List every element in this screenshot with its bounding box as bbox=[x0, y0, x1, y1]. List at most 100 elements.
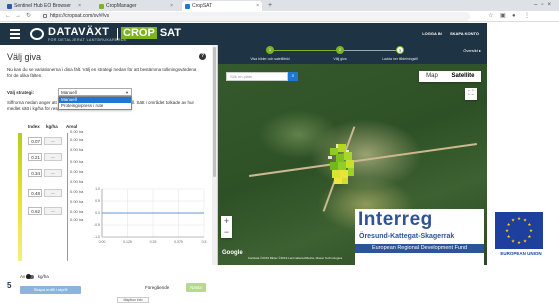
star-icon[interactable]: ☆ bbox=[488, 12, 493, 21]
overview-link[interactable]: Översikt ▸ bbox=[463, 48, 481, 53]
chart-x-tick-label: 0.125 bbox=[123, 240, 132, 244]
eu-label: EUROPEAN UNION bbox=[500, 251, 542, 256]
previous-button[interactable]: Föregående bbox=[145, 285, 169, 290]
ndvi-cell bbox=[346, 160, 354, 168]
fullscreen-icon[interactable]: ⛶ bbox=[465, 88, 477, 100]
ndvi-cell bbox=[340, 170, 348, 178]
tab-favicon-icon bbox=[99, 4, 104, 9]
area-label: 0.00 ha bbox=[70, 199, 84, 204]
index-input[interactable]: 0.62 bbox=[28, 207, 42, 215]
extension-icon[interactable]: ▣ bbox=[500, 12, 506, 21]
chart-y-tick-label: -0.5 bbox=[94, 223, 100, 227]
url-text: https://cropsat.com/sv/#/vs bbox=[50, 13, 110, 19]
distribution-chart: 1.0 0.5 0.0 -0.5 -1.0 0.00 0.125 0.25 0.375 0.5 bbox=[88, 185, 208, 247]
window-controls[interactable]: –▫× bbox=[534, 0, 555, 11]
browser-menu-icon[interactable]: ⋮ bbox=[524, 12, 530, 21]
back-icon[interactable]: ← bbox=[5, 12, 11, 21]
ndvi-cell bbox=[344, 152, 352, 160]
map-search-input[interactable]: Sök en plats bbox=[226, 72, 288, 81]
step-1-dot[interactable]: 1 bbox=[266, 46, 274, 54]
eu-star-icon: ★ bbox=[527, 234, 532, 239]
kgha-input[interactable]: — bbox=[44, 169, 62, 177]
mapbox-info-link[interactable]: Mapbox info bbox=[117, 297, 149, 303]
close-icon[interactable]: × bbox=[256, 1, 259, 11]
cropsat-logo-sat: SAT bbox=[159, 27, 182, 39]
new-tab-button[interactable]: + bbox=[268, 0, 272, 11]
area-label: 0.00 ha bbox=[70, 217, 84, 222]
help-icon[interactable]: ? bbox=[199, 53, 206, 60]
kgha-input[interactable]: — bbox=[44, 153, 62, 161]
create-file-button[interactable]: Skapa ordfil / styrfil bbox=[20, 286, 81, 294]
tab-favicon-icon bbox=[7, 4, 12, 9]
close-icon[interactable]: × bbox=[170, 1, 173, 11]
panel-scrollbar-thumb[interactable] bbox=[213, 47, 216, 177]
step-3-label: Ladda ner tilldelningsfil bbox=[382, 57, 418, 61]
index-input[interactable]: 0.48 bbox=[28, 189, 42, 197]
toggle-switch[interactable] bbox=[26, 273, 35, 279]
area-axis bbox=[67, 133, 68, 261]
forward-icon[interactable]: → bbox=[15, 12, 21, 21]
browser-tab-bar: Sentinel Hub EO Browser × CropManager × … bbox=[0, 0, 559, 11]
chart-x-tick-label: 0.375 bbox=[174, 240, 183, 244]
intro-text: Nu kan du se variationerna i dina fält. … bbox=[7, 67, 197, 78]
kgha-input[interactable]: — bbox=[44, 207, 62, 215]
chart-y-tick-label: -1.0 bbox=[94, 235, 100, 239]
strategy-select[interactable]: Manuell ▼ bbox=[58, 88, 132, 96]
datavaxt-logo-icon bbox=[30, 28, 44, 40]
strategy-option-protein[interactable]: Proteingivpress i rute bbox=[59, 103, 131, 109]
browser-tab-eo-browser[interactable]: Sentinel Hub EO Browser × bbox=[4, 1, 84, 11]
browser-tab-cropsat[interactable]: CropSAT × bbox=[182, 1, 262, 11]
create-account-link[interactable]: SKAPA KONTO bbox=[450, 31, 479, 36]
zoom-out-button[interactable]: − bbox=[221, 227, 232, 238]
step-2-dot[interactable]: 2 bbox=[336, 46, 344, 54]
step-2-label: Välj giva bbox=[333, 57, 347, 61]
index-input[interactable]: 0.34 bbox=[28, 169, 42, 177]
map-type-satellite-button[interactable]: Satellite bbox=[445, 71, 481, 82]
chevron-down-icon: ▼ bbox=[125, 90, 129, 95]
chart-y-tick-label: 1.0 bbox=[95, 187, 100, 191]
zoom-in-button[interactable]: + bbox=[221, 216, 232, 227]
url-field[interactable]: https://cropsat.com/sv/#/vs bbox=[40, 12, 470, 21]
profile-icon[interactable]: ● bbox=[512, 12, 516, 21]
ndvi-cell bbox=[332, 170, 340, 178]
ndvi-cell bbox=[348, 168, 354, 176]
cropsat-logo-crop: CROP bbox=[121, 27, 157, 39]
chart-x-tick-label: 0.00 bbox=[99, 240, 106, 244]
area-label: 0.00 ha bbox=[70, 189, 84, 194]
interreg-fund-label: European Regional Development Fund bbox=[355, 244, 484, 253]
next-button[interactable]: Nästa bbox=[186, 283, 206, 292]
strategy-select-value: Manuell bbox=[61, 90, 77, 95]
eu-star-icon: ★ bbox=[527, 222, 532, 227]
ndvi-cell bbox=[342, 178, 348, 184]
map-type-map-button[interactable]: Map bbox=[419, 71, 445, 82]
kgha-input[interactable]: — bbox=[44, 137, 62, 145]
distribution-chart-svg: 1.0 0.5 0.0 -0.5 -1.00.00 0.125 0.25 0.375 0.5 bbox=[94, 187, 207, 244]
close-icon[interactable]: × bbox=[78, 1, 81, 11]
app-header: DATAVÄXT FÖR DETALJERAT LANTBRUKARBRUK C… bbox=[0, 23, 487, 45]
eu-star-icon: ★ bbox=[505, 228, 510, 233]
brand-name: DATAVÄXT bbox=[48, 26, 110, 38]
eu-star-icon: ★ bbox=[517, 240, 522, 245]
kgha-input[interactable]: — bbox=[44, 189, 62, 197]
index-input[interactable]: 0.21 bbox=[28, 153, 42, 161]
unit-toggle[interactable]: Av kg/ha bbox=[20, 273, 49, 279]
strategy-label: Välj strategi: bbox=[7, 90, 35, 95]
reload-icon[interactable]: ↻ bbox=[26, 12, 31, 21]
area-label: 0.00 ha bbox=[70, 169, 84, 174]
search-icon[interactable]: ⌕ bbox=[288, 72, 298, 81]
lock-icon bbox=[43, 14, 47, 18]
index-input[interactable]: 0.07 bbox=[28, 137, 42, 145]
menu-icon[interactable] bbox=[10, 28, 22, 40]
eu-star-icon: ★ bbox=[523, 238, 528, 243]
tab-favicon-icon bbox=[185, 4, 190, 9]
browser-tab-cropmanager[interactable]: CropManager × bbox=[96, 1, 176, 11]
dosage-panel: Välj giva ? Nu kan du se variationerna i… bbox=[0, 45, 218, 303]
login-link[interactable]: LOGGA IN bbox=[422, 31, 442, 36]
chart-y-tick-label: 0.0 bbox=[95, 211, 100, 215]
step-3-dot[interactable]: 3 bbox=[396, 46, 404, 54]
eu-flag-icon: ★ ★ ★ ★ ★ ★ ★ ★ ★ ★ ★ ★ bbox=[495, 212, 543, 249]
area-label: 0.00 ha bbox=[70, 147, 84, 152]
panel-scrollbar[interactable] bbox=[212, 45, 217, 265]
address-bar-row: ← → ↻ https://cropsat.com/sv/#/vs ☆ ▣ ● … bbox=[0, 11, 559, 22]
cropsat-logo: CROP SAT bbox=[121, 27, 181, 39]
